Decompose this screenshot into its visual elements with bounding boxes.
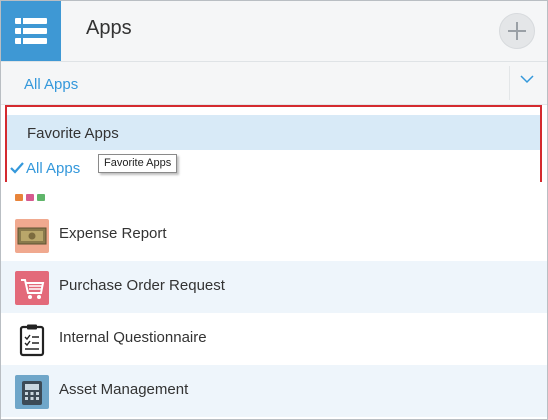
app-item-asset-management[interactable]: Asset Management (1, 365, 547, 417)
chevron-down-icon[interactable] (520, 72, 534, 86)
money-icon (15, 219, 49, 253)
page-title: Apps (86, 17, 132, 39)
app-name: Asset Management (59, 381, 189, 398)
apps-header: Apps (1, 1, 547, 62)
apps-panel: Apps All Apps Expense Report Purchase Or… (0, 0, 548, 420)
option-favorite-apps[interactable]: Favorite Apps (7, 115, 540, 150)
list-item[interactable] (1, 182, 547, 209)
option-label: All Apps (26, 160, 81, 177)
selector-divider (509, 66, 510, 100)
option-label: Favorite Apps (27, 125, 119, 142)
shopping-cart-icon (15, 271, 49, 305)
tooltip: Favorite Apps (98, 154, 178, 173)
app-item-internal-questionnaire[interactable]: Internal Questionnaire (1, 313, 547, 365)
app-name: Purchase Order Request (59, 277, 225, 294)
app-name: Internal Questionnaire (59, 329, 207, 346)
app-item-expense-report[interactable]: Expense Report (1, 209, 547, 261)
app-filter-dropdown: Favorite Apps All Apps (5, 105, 542, 185)
add-app-button[interactable] (499, 13, 535, 49)
option-all-apps[interactable]: All Apps (7, 150, 540, 185)
app-item-purchase-order-request[interactable]: Purchase Order Request (1, 261, 547, 313)
menu-list-icon[interactable] (1, 1, 61, 61)
checkmark-icon (10, 162, 24, 174)
telephone-icon (15, 375, 49, 409)
app-filter-select[interactable]: All Apps (1, 62, 547, 105)
app-icons-partial (15, 188, 48, 201)
app-name: Expense Report (59, 225, 167, 242)
app-filter-value: All Apps (24, 76, 79, 93)
clipboard-icon (19, 324, 45, 357)
